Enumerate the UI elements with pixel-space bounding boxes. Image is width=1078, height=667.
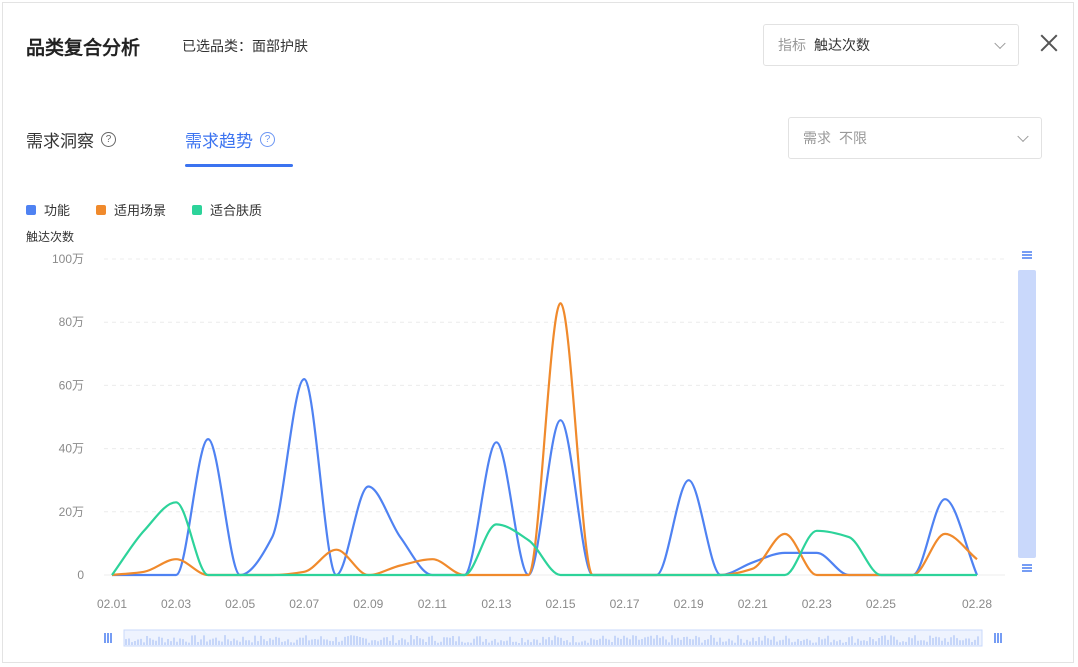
x-tick-label: 02.03 bbox=[161, 597, 191, 611]
horizontal-zoom-slider[interactable] bbox=[123, 629, 983, 647]
x-tick-label: 02.21 bbox=[738, 597, 768, 611]
x-tick-label: 02.15 bbox=[546, 597, 576, 611]
series-line-skin-type[interactable] bbox=[111, 501, 977, 577]
x-tick-label: 02.23 bbox=[802, 597, 832, 611]
y-tick-label: 60万 bbox=[59, 378, 84, 392]
x-tick-label: 02.09 bbox=[353, 597, 383, 611]
series-line-scene[interactable] bbox=[111, 302, 978, 577]
y-tick-label: 20万 bbox=[59, 505, 84, 519]
trend-chart: 0 20万 40万 60万 80万 100万 02.01 02.03 02.05 02.07 02.… bbox=[52, 251, 1036, 647]
y-tick-label: 40万 bbox=[59, 442, 84, 456]
x-tick-label: 02.07 bbox=[289, 597, 319, 611]
x-tick-label: 02.11 bbox=[418, 597, 447, 611]
vertical-zoom-slider[interactable] bbox=[1018, 270, 1036, 558]
series-line-function[interactable] bbox=[112, 378, 979, 577]
x-tick-label: 02.01 bbox=[97, 597, 127, 611]
x-tick-label: 02.17 bbox=[610, 597, 640, 611]
x-tick-label: 02.25 bbox=[866, 597, 896, 611]
x-tick-label: 02.28 bbox=[962, 597, 992, 611]
y-tick-label: 0 bbox=[77, 568, 84, 582]
x-tick-label: 02.19 bbox=[674, 597, 704, 611]
x-tick-label: 02.05 bbox=[225, 597, 255, 611]
x-tick-label: 02.13 bbox=[481, 597, 511, 611]
y-tick-label: 100万 bbox=[52, 252, 84, 266]
y-tick-label: 80万 bbox=[59, 315, 84, 329]
